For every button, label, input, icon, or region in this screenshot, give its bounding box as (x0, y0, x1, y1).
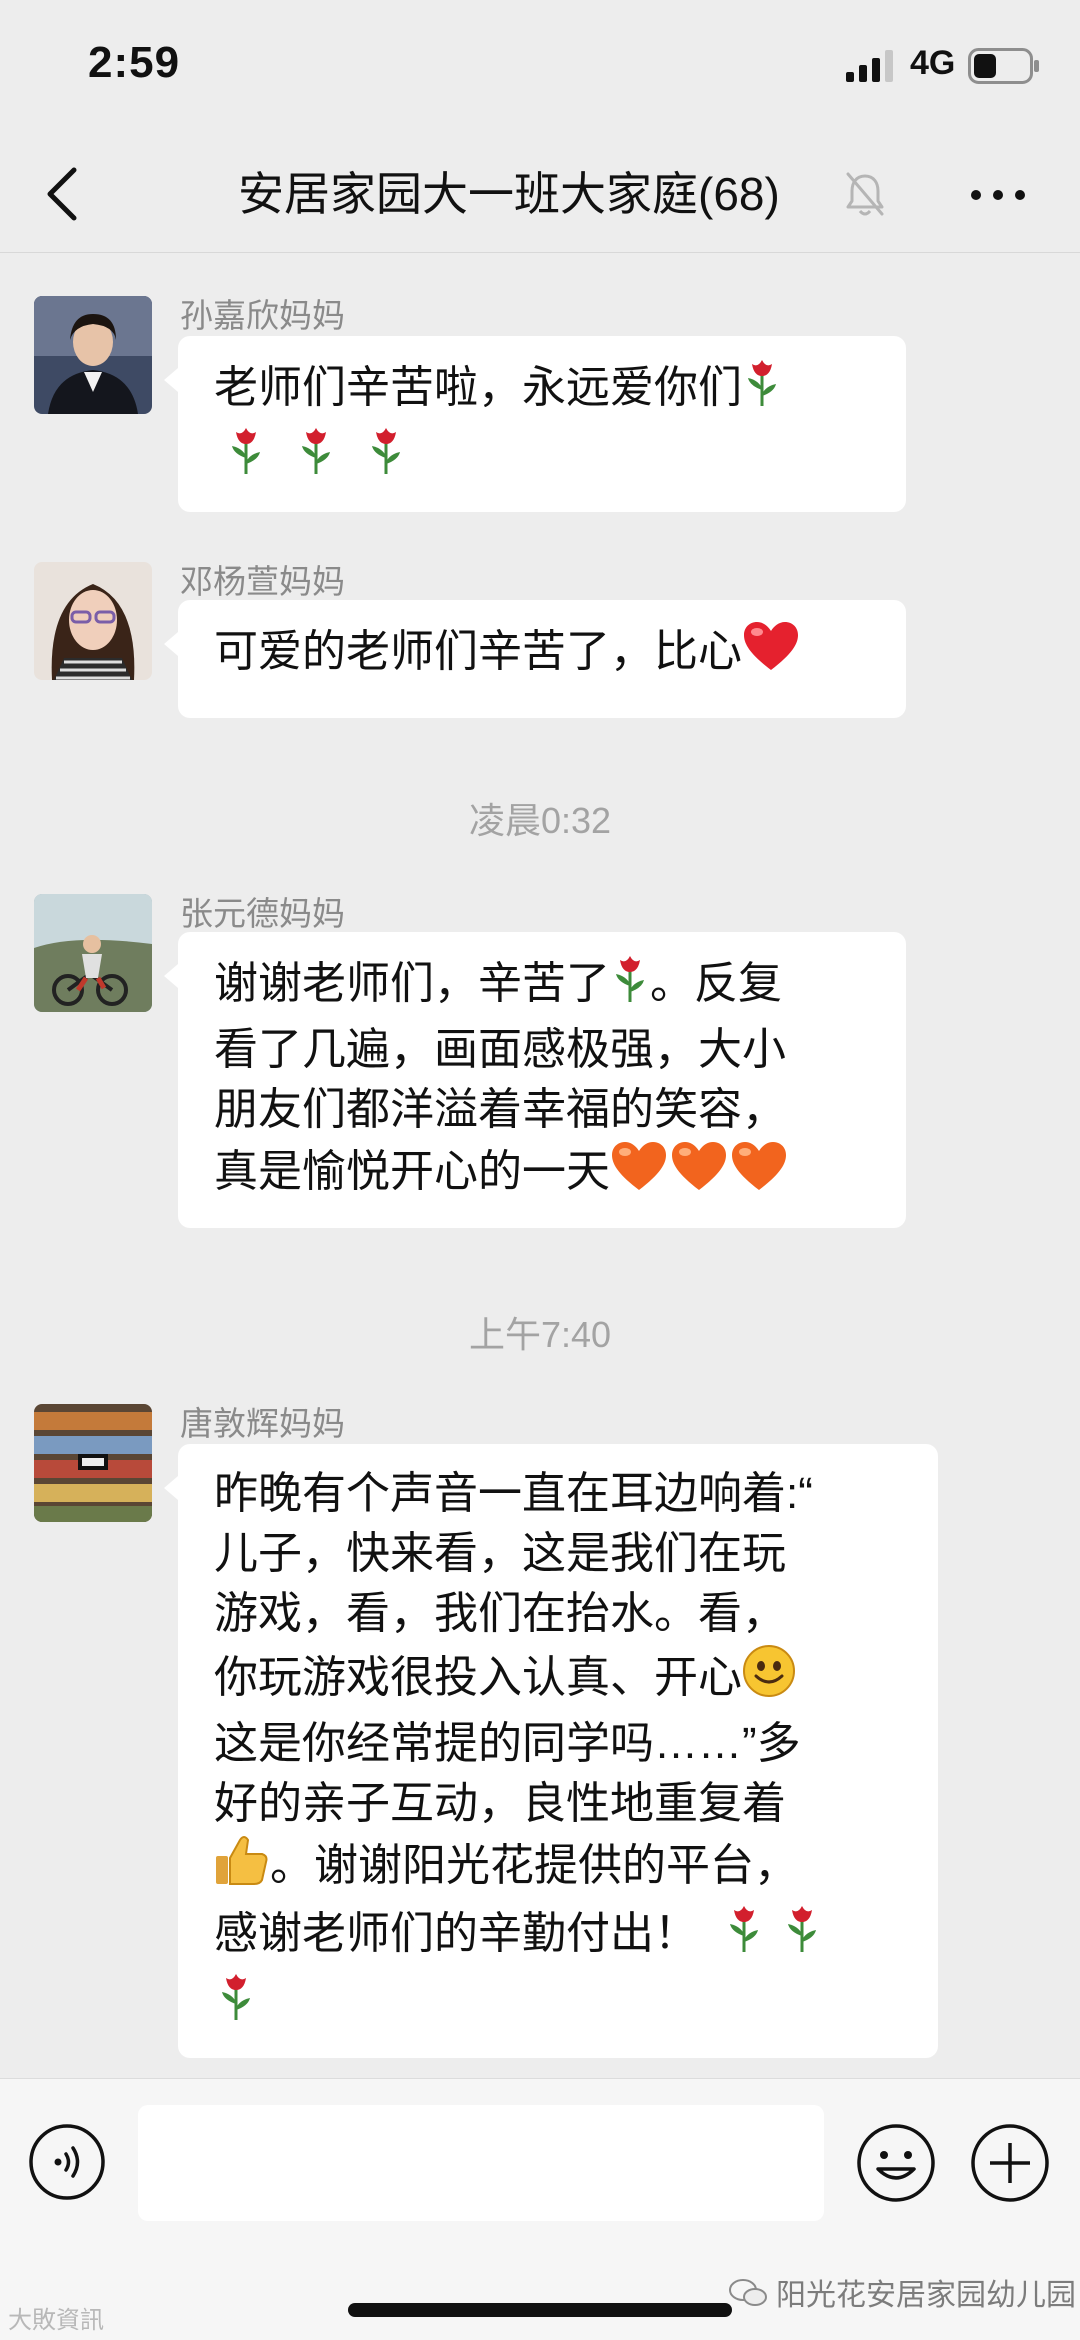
more-options-icon[interactable] (968, 180, 1028, 210)
message-text: 看了几遍，画面感极强，大小 (214, 1025, 786, 1074)
status-bar: 2:59 4G (0, 0, 1080, 140)
sender-name: 邓杨萱妈妈 (180, 563, 345, 600)
rose-icon (366, 424, 406, 492)
add-icon[interactable] (970, 2123, 1050, 2203)
message-text: 可爱的老师们辛苦了，比心 (214, 627, 742, 676)
status-time: 2:59 (88, 38, 181, 87)
timestamp: 上午7:40 (468, 1314, 612, 1355)
orange-heart-icon (730, 1140, 788, 1208)
message-text: 好的亲子互动，良性地重复着 (214, 1779, 786, 1828)
message-text: 感谢老师们的辛勤付出！ (214, 1909, 698, 1958)
sender-name: 张元德妈妈 (180, 895, 345, 932)
message-text: 谢谢老师们，辛苦了 (214, 959, 610, 1008)
orange-heart-icon (670, 1140, 728, 1208)
message-text: 。反复 (650, 959, 782, 1008)
rose-icon (742, 356, 782, 424)
signal-icon (846, 50, 893, 82)
chat-header: 安居家园大一班大家庭(68) (0, 140, 1080, 253)
timestamp: 凌晨0:32 (468, 800, 612, 841)
message-text: 真是愉悦开心的一天 (214, 1147, 610, 1196)
rose-icon (724, 1902, 764, 1970)
thumbs-up-icon (214, 1834, 270, 1902)
watermark-left: 大敗資訊 (8, 2307, 104, 2334)
message-bubble[interactable]: 老师们辛苦啦，永远爱你们 (164, 336, 906, 512)
home-indicator[interactable] (348, 2303, 732, 2317)
rose-icon (296, 424, 336, 492)
message-bubble[interactable]: 昨晚有个声音一直在耳边响着:“ 儿子，快来看，这是我们在玩 游戏，看，我们在抬水… (164, 1444, 938, 2058)
wechat-icon (729, 2279, 767, 2306)
message-input[interactable] (138, 2105, 824, 2221)
message-text: 老师们辛苦啦，永远爱你们 (214, 363, 742, 412)
red-heart-icon (742, 620, 800, 688)
network-type: 4G (910, 44, 956, 82)
rose-icon (226, 424, 266, 492)
sender-name: 孙嘉欣妈妈 (180, 297, 345, 334)
avatar[interactable] (34, 562, 152, 680)
smile-emoji-icon (742, 1644, 796, 1714)
avatar[interactable] (34, 894, 152, 1012)
back-icon[interactable] (40, 162, 84, 226)
watermark-text: 阳光花安居家园幼儿园 (776, 2279, 1076, 2312)
sender-name: 唐敦辉妈妈 (180, 1405, 345, 1442)
message-text: 昨晚有个声音一直在耳边响着:“ (214, 1469, 813, 1518)
message-text: 你玩游戏很投入认真、开心 (214, 1653, 742, 1702)
message-bubble[interactable]: 可爱的老师们辛苦了，比心 (164, 600, 906, 718)
message-text: 。谢谢阳光花提供的平台， (270, 1841, 798, 1890)
message-text: 这是你经常提的同学吗……”多 (214, 1719, 801, 1768)
emoji-icon[interactable] (856, 2123, 936, 2203)
mute-bell-icon (846, 172, 884, 216)
orange-heart-icon (610, 1140, 668, 1208)
battery-icon (968, 48, 1039, 84)
avatar[interactable] (34, 296, 152, 414)
message-text: 游戏，看，我们在抬水。看， (214, 1589, 786, 1638)
rose-icon (216, 1970, 256, 2038)
watermark: 阳光花安居家园幼儿园 (728, 2270, 1076, 2314)
message-text: 儿子，快来看，这是我们在玩 (214, 1529, 786, 1578)
message-bubble[interactable]: 谢谢老师们，辛苦了 。反复 看了几遍，画面感极强，大小 朋友们都洋溢着幸福的笑容，… (164, 932, 906, 1228)
chat-title: 安居家园大一班大家庭(68) (238, 168, 780, 220)
rose-icon (610, 952, 650, 1020)
avatar[interactable] (34, 1404, 152, 1522)
message-text: 朋友们都洋溢着幸福的笑容， (214, 1085, 786, 1134)
rose-icon (782, 1902, 822, 1970)
voice-input-icon[interactable] (28, 2123, 106, 2201)
